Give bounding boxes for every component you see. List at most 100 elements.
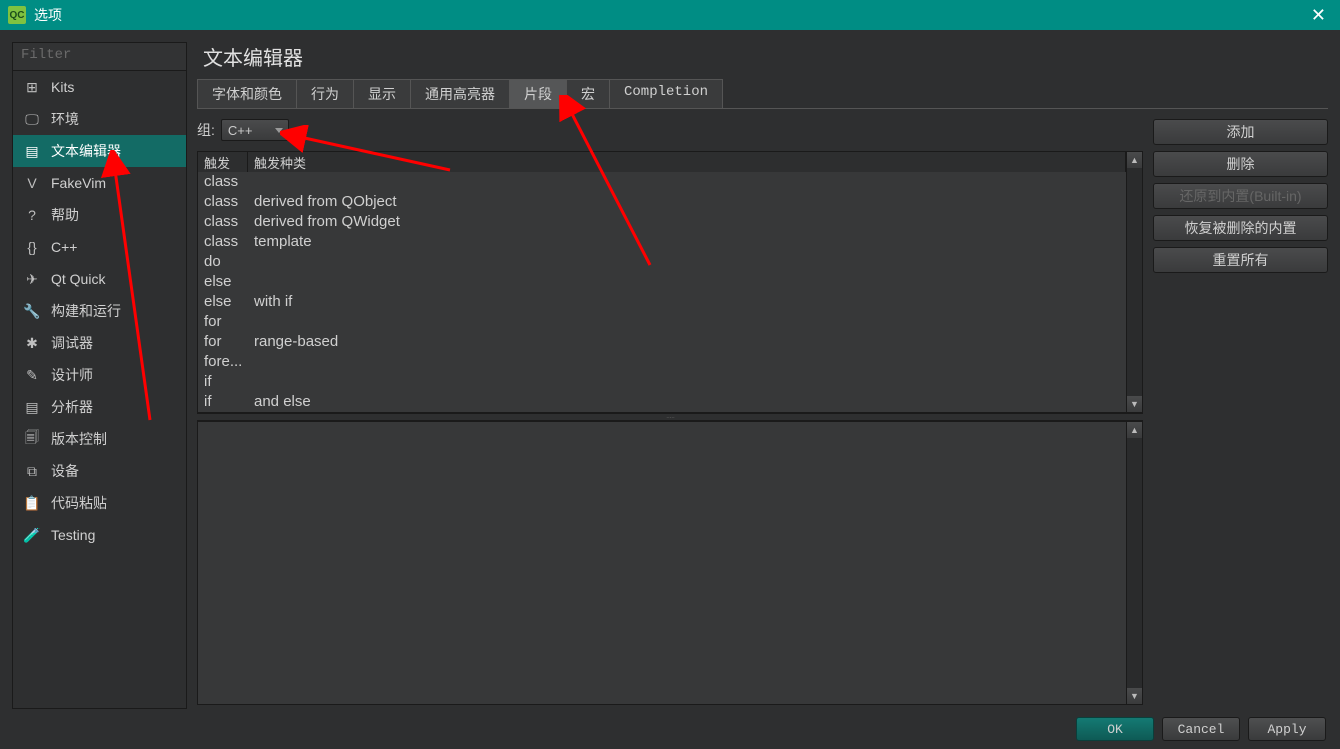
scroll-down-icon[interactable]: ▼ [1127,688,1142,704]
table-row[interactable]: classderived from QWidget [204,212,1126,232]
cell-trigger: class [204,192,254,212]
cell-variant [254,372,1126,392]
monitor-icon: 🖵 [23,111,41,128]
group-label: 组: [197,120,215,140]
plane-icon: ✈ [23,271,41,288]
snippet-table[interactable]: 触发 触发种类 classclassderived from QObjectcl… [198,152,1126,412]
sidebar-item-help[interactable]: ?帮助 [13,199,186,231]
table-row[interactable]: elsewith if [204,292,1126,312]
add-button[interactable]: 添加 [1153,119,1328,145]
table-row[interactable]: forrange-based [204,332,1126,352]
restore-removed-button[interactable]: 恢复被删除的内置 [1153,215,1328,241]
tab-highlighter[interactable]: 通用高亮器 [410,79,510,108]
sidebar-item-text-editor[interactable]: ▤文本编辑器 [13,135,186,167]
sidebar-item-qtquick[interactable]: ✈ Qt Quick [13,263,186,295]
splitter-handle[interactable] [197,413,1143,421]
scroll-up-icon[interactable]: ▲ [1127,422,1142,438]
sidebar-item-label: Qt Quick [51,271,105,287]
dialog-footer: OK Cancel Apply [0,709,1340,749]
sidebar-item-environment[interactable]: 🖵 环境 [13,103,186,135]
tab-macros[interactable]: 宏 [566,79,610,108]
cell-trigger: if [204,372,254,392]
sidebar-item-label: 构建和运行 [51,301,121,321]
sidebar-item-fakevim[interactable]: VFakeVim [13,167,186,199]
cell-variant: with if [254,292,1126,312]
cell-trigger: do [204,252,254,272]
reset-all-button[interactable]: 重置所有 [1153,247,1328,273]
close-icon[interactable]: ✕ [1305,5,1332,26]
scroll-down-icon[interactable]: ▼ [1127,396,1142,412]
th-trigger[interactable]: 触发 [198,152,248,172]
sidebar-item-version-control[interactable]: 🗐 版本控制 [13,423,186,455]
table-row[interactable]: classderived from QObject [204,192,1126,212]
group-combobox-value: C++ [228,123,253,138]
tab-font-colors[interactable]: 字体和颜色 [197,79,297,108]
table-row[interactable]: fore... [204,352,1126,372]
table-row[interactable]: ifand else [204,392,1126,412]
sidebar-item-build-run[interactable]: 🔧 构建和运行 [13,295,186,327]
scroll-up-icon[interactable]: ▲ [1127,152,1142,168]
sidebar-item-devices[interactable]: ⧉设备 [13,455,186,487]
sidebar-item-designer[interactable]: ✎设计师 [13,359,186,391]
sidebar-item-label: 环境 [51,109,79,129]
pencil-icon: ✎ [23,367,41,384]
wrench-icon: 🔧 [23,303,41,320]
tab-behavior[interactable]: 行为 [296,79,354,108]
sidebar-item-debugger[interactable]: ✱ 调试器 [13,327,186,359]
snippet-preview[interactable] [198,422,1126,704]
cell-variant [254,172,1126,192]
sidebar-item-testing[interactable]: 🧪Testing [13,519,186,551]
restore-builtin-button: 还原到内置(Built-in) [1153,183,1328,209]
sidebar: Filter ⊞Kits 🖵 环境 ▤文本编辑器 VFakeVim ?帮助 {}C… [12,42,187,709]
cell-variant: template [254,232,1126,252]
filter-input[interactable]: Filter [13,43,186,71]
apply-button[interactable]: Apply [1248,717,1326,741]
cell-variant: derived from QWidget [254,212,1126,232]
flask-icon: 🧪 [23,527,41,544]
vim-icon: V [23,175,41,191]
content-area: 文本编辑器 字体和颜色 行为 显示 通用高亮器 片段 宏 Completion … [197,42,1328,709]
sidebar-item-kits[interactable]: ⊞Kits [13,71,186,103]
braces-icon: {} [23,239,41,255]
preview-scrollbar[interactable]: ▲ ▼ [1126,422,1142,704]
tab-bar: 字体和颜色 行为 显示 通用高亮器 片段 宏 Completion [197,79,1328,109]
tab-snippets[interactable]: 片段 [509,79,567,108]
bug-icon: ✱ [23,335,41,352]
cell-trigger: class [204,232,254,252]
cell-trigger: for [204,332,254,352]
table-row[interactable]: if [204,372,1126,392]
remove-button[interactable]: 删除 [1153,151,1328,177]
cell-variant: and else [254,392,1126,412]
table-row[interactable]: class [204,172,1126,192]
table-row[interactable]: classtemplate [204,232,1126,252]
titlebar: QC 选项 ✕ [0,0,1340,30]
vcs-icon: 🗐 [23,427,41,451]
group-combobox[interactable]: C++ [221,119,289,141]
sidebar-item-code-paste[interactable]: 📋代码粘贴 [13,487,186,519]
cell-trigger: for [204,312,254,332]
cell-variant [254,272,1126,292]
help-icon: ? [23,207,41,223]
tab-display[interactable]: 显示 [353,79,411,108]
cell-trigger: class [204,212,254,232]
analyzer-icon: ▤ [23,399,41,416]
sidebar-item-label: 版本控制 [51,429,107,449]
tab-completion[interactable]: Completion [609,79,723,108]
th-variant[interactable]: 触发种类 [248,152,1126,172]
table-row[interactable]: for [204,312,1126,332]
sidebar-item-label: 代码粘贴 [51,493,107,513]
sidebar-item-analyzer[interactable]: ▤ 分析器 [13,391,186,423]
window-title: 选项 [34,5,1305,25]
sidebar-item-label: 分析器 [51,397,93,417]
cell-trigger: fore... [204,352,254,372]
cell-trigger: class [204,172,254,192]
cancel-button[interactable]: Cancel [1162,717,1240,741]
table-row[interactable]: else [204,272,1126,292]
kits-icon: ⊞ [23,79,41,96]
sidebar-item-label: 调试器 [51,333,93,353]
ok-button[interactable]: OK [1076,717,1154,741]
chevron-down-icon [275,128,283,133]
sidebar-item-cpp[interactable]: {}C++ [13,231,186,263]
table-scrollbar[interactable]: ▲ ▼ [1126,152,1142,412]
table-row[interactable]: do [204,252,1126,272]
